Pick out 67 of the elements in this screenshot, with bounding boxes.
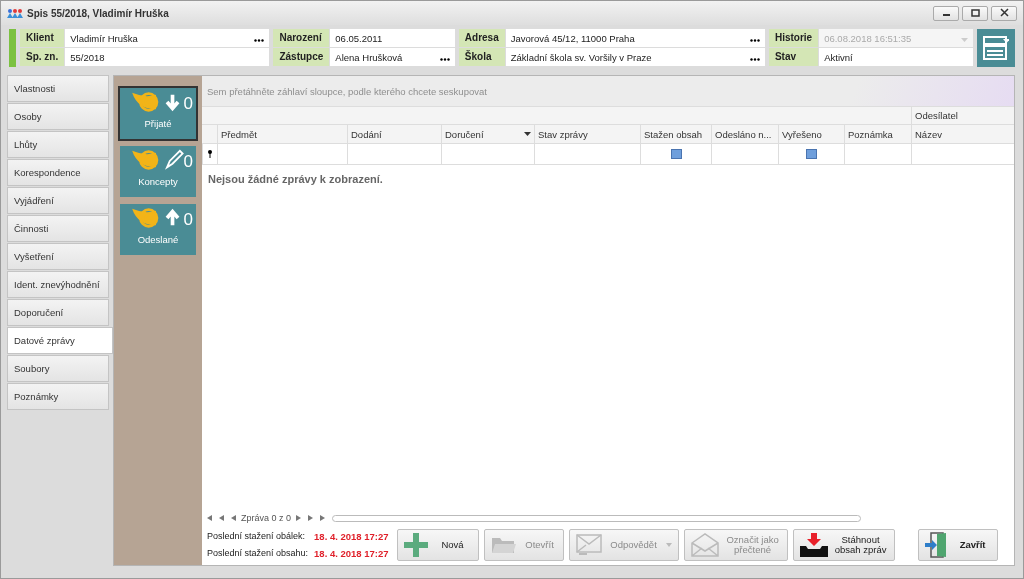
field-label: Zástupce bbox=[273, 48, 330, 66]
folder-tile[interactable]: 0 Přijaté bbox=[118, 86, 198, 141]
toolbar-button[interactable]: Stáhnout obsah zpráv bbox=[792, 529, 895, 561]
field-label: Narození bbox=[273, 29, 330, 47]
field-value[interactable]: Aktivní bbox=[819, 48, 973, 66]
empty-message: Nejsou žádné zprávy k zobrazení. bbox=[208, 173, 383, 185]
form-layout-button[interactable] bbox=[977, 29, 1015, 67]
column-header[interactable]: Stav zprávy bbox=[534, 125, 640, 143]
folder-icon bbox=[490, 535, 517, 555]
open-envelope-icon bbox=[690, 533, 719, 557]
column-header[interactable]: Poznámka bbox=[844, 125, 911, 143]
sidebar-tab[interactable]: Doporučení bbox=[7, 299, 109, 326]
field-label: Klient bbox=[20, 29, 65, 47]
close-button[interactable] bbox=[991, 5, 1017, 21]
status-label: Poslední stažení obsahu: bbox=[207, 548, 309, 559]
field-value[interactable]: Javorová 45/12, 11000 Praha bbox=[505, 29, 765, 47]
field-label: Škola bbox=[458, 48, 505, 66]
maximize-button[interactable] bbox=[962, 5, 988, 21]
window-title: Spis 55/2018, Vladimír Hruška bbox=[27, 7, 169, 19]
column-header[interactable]: Vyřešeno bbox=[778, 125, 844, 143]
pager-text: Zpráva 0 z 0 bbox=[241, 513, 292, 523]
toolbar-button[interactable]: Nová bbox=[396, 529, 479, 561]
sidebar-tab[interactable]: Soubory bbox=[7, 355, 109, 382]
field-label: Historie bbox=[768, 29, 819, 47]
plus-icon bbox=[403, 533, 428, 557]
people-icon bbox=[7, 8, 23, 18]
sidebar-tab[interactable]: Datové zprávy bbox=[7, 327, 113, 354]
column-band-header: Odesílatel bbox=[911, 107, 1014, 124]
column-header[interactable]: Název bbox=[911, 125, 1014, 143]
column-header[interactable]: Dodání bbox=[347, 125, 441, 143]
sidebar-tab[interactable]: Ident. znevýhodnění bbox=[7, 271, 109, 298]
column-header[interactable]: Doručení bbox=[441, 125, 534, 143]
sidebar-tab[interactable]: Korespondence bbox=[7, 159, 109, 186]
field-value[interactable]: Základní škola sv. Voršily v Praze bbox=[505, 48, 765, 66]
column-header[interactable]: Stažen obsah bbox=[640, 125, 711, 143]
sidebar-tab[interactable]: Vyšetření bbox=[7, 243, 109, 270]
field-label: Adresa bbox=[458, 29, 505, 47]
toolbar-button[interactable]: Zavřít bbox=[917, 529, 998, 561]
field-value[interactable]: Vladimír Hruška bbox=[65, 29, 270, 47]
close-icon bbox=[997, 8, 1011, 18]
sidebar-tab[interactable]: Činnosti bbox=[7, 215, 109, 242]
column-header[interactable]: Odesláno n... bbox=[711, 125, 778, 143]
sidebar-tab[interactable]: Poznámky bbox=[7, 383, 109, 410]
field-label: Stav bbox=[768, 48, 819, 66]
field-value[interactable]: Alena Hrušková bbox=[330, 48, 455, 66]
status-value: 18. 4. 2018 17:27 bbox=[314, 531, 389, 542]
field-value[interactable]: 06.05.2011 bbox=[330, 29, 455, 47]
field-label: Sp. zn. bbox=[20, 48, 65, 66]
column-header[interactable]: Předmět bbox=[217, 125, 347, 143]
sidebar-tab[interactable]: Lhůty bbox=[7, 131, 109, 158]
envelope-icon bbox=[575, 534, 602, 556]
filter-pin-icon bbox=[208, 150, 212, 158]
maximize-icon bbox=[968, 8, 982, 18]
sidebar-tab[interactable]: Vlastnosti bbox=[7, 75, 109, 102]
field-value[interactable]: 55/2018 bbox=[65, 48, 270, 66]
sidebar-tab[interactable]: Osoby bbox=[7, 103, 109, 130]
minimize-button[interactable] bbox=[933, 5, 959, 21]
status-value: 18. 4. 2018 17:27 bbox=[314, 548, 389, 559]
exit-door-icon bbox=[924, 532, 949, 558]
group-hint: Sem přetáhněte záhlaví sloupce, podle kterého chcete seskupovat bbox=[207, 85, 487, 97]
inbox-download-icon bbox=[799, 533, 828, 557]
sidebar-tab[interactable]: Vyjádření bbox=[7, 187, 109, 214]
folder-tile[interactable]: 0 Koncepty bbox=[118, 144, 198, 199]
status-label: Poslední stažení obálek: bbox=[207, 531, 307, 542]
folder-tile[interactable]: 0 Odeslané bbox=[118, 202, 198, 257]
status-bar-marker bbox=[9, 29, 16, 67]
caret-icon bbox=[665, 543, 672, 547]
